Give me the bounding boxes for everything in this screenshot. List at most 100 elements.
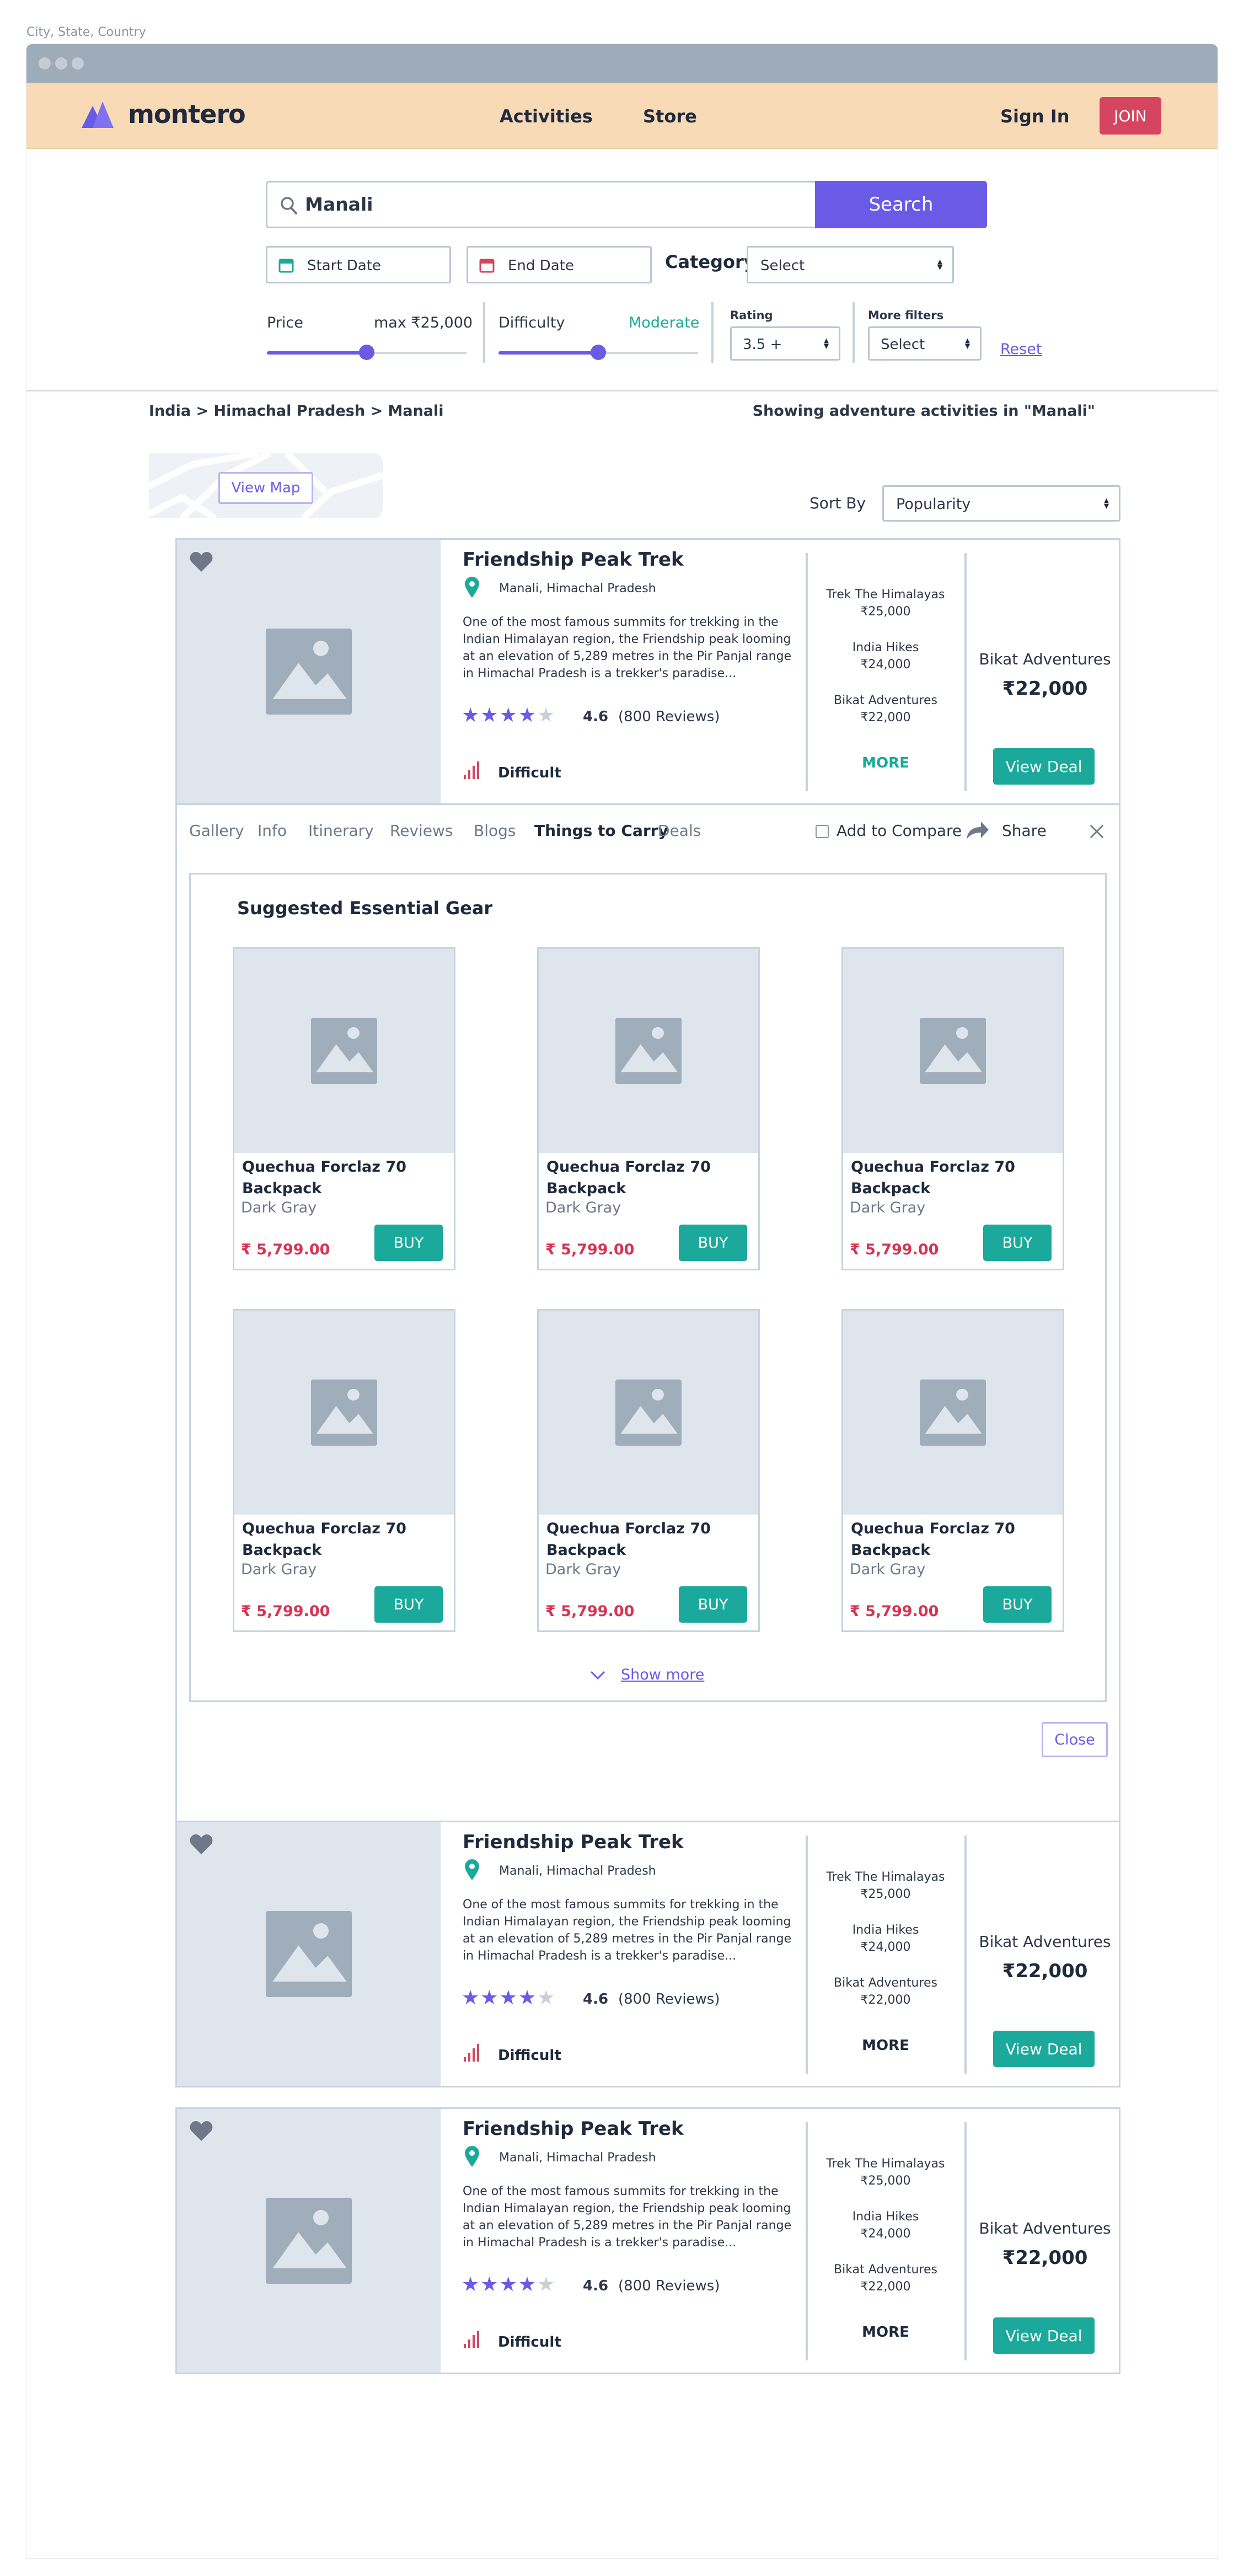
provider-offer[interactable]: Bikat Adventures ₹22,000 bbox=[811, 1974, 960, 2009]
listing-title[interactable]: Friendship Peak Trek bbox=[463, 2118, 684, 2140]
more-filters-select-value: Select bbox=[881, 336, 925, 353]
star-icon: ★ bbox=[480, 2273, 500, 2296]
provider-offer[interactable]: India Hikes ₹24,000 bbox=[811, 639, 960, 673]
price-slider-handle[interactable] bbox=[359, 345, 374, 360]
buy-button[interactable]: BUY bbox=[983, 1225, 1052, 1261]
view-deal-button[interactable]: View Deal bbox=[993, 748, 1095, 785]
window-control-dot[interactable] bbox=[72, 57, 84, 69]
tab-reviews[interactable]: Reviews bbox=[390, 822, 453, 840]
reviews-count[interactable]: (800 Reviews) bbox=[618, 709, 720, 725]
compare-checkbox[interactable] bbox=[816, 825, 829, 838]
end-date-placeholder: End Date bbox=[508, 257, 574, 274]
star-icon: ★ bbox=[462, 704, 481, 727]
close-icon[interactable] bbox=[1089, 824, 1104, 839]
reviews-count[interactable]: (800 Reviews) bbox=[618, 2278, 720, 2294]
category-select[interactable]: Select ▴ ▾ bbox=[747, 246, 954, 283]
favorite-heart-icon[interactable] bbox=[189, 551, 213, 573]
card-divider bbox=[806, 2122, 808, 2360]
listing-tabs-bar: Gallery Info Itinerary Reviews Blogs Things t… bbox=[177, 803, 1119, 858]
tab-gallery[interactable]: Gallery bbox=[189, 822, 244, 840]
star-icon: ★ bbox=[480, 704, 500, 727]
provider-offer[interactable]: Bikat Adventures ₹22,000 bbox=[811, 2261, 960, 2295]
favorite-heart-icon[interactable] bbox=[189, 1833, 213, 1855]
tab-things-to-carry[interactable]: Things to Carry bbox=[534, 822, 668, 840]
provider-offer[interactable]: Trek The Himalayas ₹25,000 bbox=[811, 2155, 960, 2189]
more-offers-link[interactable]: MORE bbox=[811, 2324, 960, 2341]
sort-select-value: Popularity bbox=[896, 496, 971, 513]
reviews-count[interactable]: (800 Reviews) bbox=[618, 1991, 720, 2008]
search-filter-panel: Manali Search Start Date End Date Catego… bbox=[26, 149, 1218, 391]
gear-color: Dark Gray bbox=[241, 1561, 317, 1578]
favorite-heart-icon[interactable] bbox=[189, 2120, 213, 2142]
chevron-down-icon[interactable] bbox=[590, 1671, 605, 1681]
more-offers-link[interactable]: MORE bbox=[811, 2037, 960, 2054]
buy-button[interactable]: BUY bbox=[374, 1586, 443, 1623]
more-offers-link[interactable]: MORE bbox=[811, 755, 960, 771]
join-button[interactable]: JOIN bbox=[1100, 97, 1161, 135]
provider-price: ₹24,000 bbox=[860, 2227, 911, 2241]
share-label[interactable]: Share bbox=[1002, 822, 1047, 840]
tab-info[interactable]: Info bbox=[258, 822, 287, 840]
image-placeholder-icon bbox=[615, 1018, 682, 1084]
gear-name[interactable]: Quechua Forclaz 70 Backpack bbox=[851, 1156, 1055, 1199]
view-map-button[interactable]: View Map bbox=[218, 472, 313, 504]
sort-select[interactable]: Popularity ▴ ▾ bbox=[882, 485, 1120, 522]
breadcrumb[interactable]: India > Himachal Pradesh > Manali bbox=[149, 402, 444, 420]
map-thumbnail[interactable]: View Map bbox=[149, 453, 383, 518]
search-button[interactable]: Search bbox=[815, 181, 987, 228]
provider-price: ₹22,000 bbox=[860, 1993, 911, 2007]
gear-name[interactable]: Quechua Forclaz 70 Backpack bbox=[242, 1156, 446, 1199]
brand-name[interactable]: montero bbox=[128, 99, 246, 129]
view-deal-button[interactable]: View Deal bbox=[993, 2317, 1095, 2354]
tab-deals[interactable]: Deals bbox=[658, 822, 701, 840]
search-input[interactable]: Manali bbox=[266, 181, 817, 228]
best-deal-provider: Bikat Adventures bbox=[979, 2219, 1111, 2237]
gear-color: Dark Gray bbox=[545, 1561, 621, 1578]
listing-title[interactable]: Friendship Peak Trek bbox=[463, 549, 684, 571]
best-deal-price: ₹22,000 bbox=[1002, 2247, 1088, 2269]
rating-select[interactable]: 3.5 + ▴ ▾ bbox=[730, 326, 840, 361]
window-control-dot[interactable] bbox=[39, 57, 51, 69]
close-panel-button[interactable]: Close bbox=[1042, 1722, 1108, 1757]
listing-card: Friendship Peak Trek Manali, Himachal Pra… bbox=[175, 538, 1120, 1844]
nav-store-link[interactable]: Store bbox=[643, 106, 697, 127]
rating-value: 4.6 bbox=[583, 2278, 609, 2294]
add-to-compare-label[interactable]: Add to Compare bbox=[837, 822, 962, 840]
share-arrow-icon[interactable] bbox=[966, 820, 990, 840]
buy-button[interactable]: BUY bbox=[983, 1586, 1052, 1623]
provider-price: ₹24,000 bbox=[860, 1940, 911, 1954]
buy-button[interactable]: BUY bbox=[374, 1225, 443, 1261]
sign-in-link[interactable]: Sign In bbox=[1000, 106, 1070, 127]
gear-name[interactable]: Quechua Forclaz 70 Backpack bbox=[546, 1156, 750, 1199]
tab-itinerary[interactable]: Itinerary bbox=[308, 822, 374, 840]
price-label: Price bbox=[267, 314, 303, 331]
end-date-field[interactable]: End Date bbox=[467, 246, 652, 283]
card-divider bbox=[806, 553, 808, 791]
difficulty-slider-handle[interactable] bbox=[591, 345, 606, 360]
rating-stars: ★★★★★ bbox=[462, 1987, 556, 2009]
start-date-field[interactable]: Start Date bbox=[266, 246, 451, 283]
gear-name[interactable]: Quechua Forclaz 70 Backpack bbox=[546, 1518, 750, 1561]
provider-offer[interactable]: India Hikes ₹24,000 bbox=[811, 1922, 960, 1956]
tab-blogs[interactable]: Blogs bbox=[474, 822, 516, 840]
provider-offer[interactable]: India Hikes ₹24,000 bbox=[811, 2208, 960, 2242]
gear-name[interactable]: Quechua Forclaz 70 Backpack bbox=[242, 1518, 446, 1561]
image-placeholder-icon bbox=[920, 1018, 986, 1084]
buy-button[interactable]: BUY bbox=[679, 1586, 747, 1623]
window-control-dot[interactable] bbox=[55, 57, 67, 69]
card-divider bbox=[964, 2122, 967, 2360]
nav-activities-link[interactable]: Activities bbox=[500, 106, 593, 127]
provider-offer[interactable]: Trek The Himalayas ₹25,000 bbox=[811, 586, 960, 620]
reset-filters-link[interactable]: Reset bbox=[1000, 341, 1042, 358]
provider-offer[interactable]: Trek The Himalayas ₹25,000 bbox=[811, 1869, 960, 1903]
show-more-link[interactable]: Show more bbox=[621, 1666, 704, 1683]
montero-logo-icon[interactable] bbox=[79, 98, 115, 129]
more-filters-select[interactable]: Select ▴ ▾ bbox=[868, 326, 982, 361]
listing-title[interactable]: Friendship Peak Trek bbox=[463, 1831, 684, 1853]
buy-button[interactable]: BUY bbox=[679, 1225, 747, 1261]
gear-price: ₹ 5,799.00 bbox=[241, 1603, 330, 1620]
gear-name[interactable]: Quechua Forclaz 70 Backpack bbox=[851, 1518, 1055, 1561]
location-caption: City, State, Country bbox=[26, 25, 146, 39]
provider-offer[interactable]: Bikat Adventures ₹22,000 bbox=[811, 692, 960, 726]
view-deal-button[interactable]: View Deal bbox=[993, 2031, 1095, 2067]
